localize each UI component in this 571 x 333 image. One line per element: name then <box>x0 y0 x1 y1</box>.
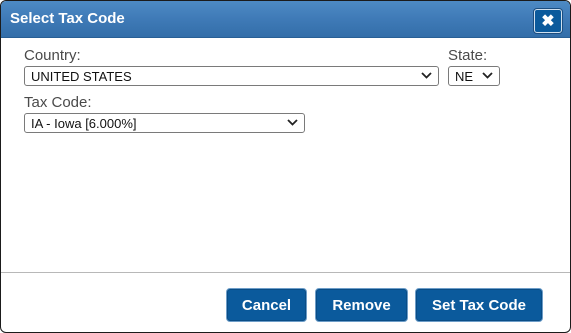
chevron-down-icon <box>482 72 493 79</box>
country-label: Country: <box>24 47 81 64</box>
dialog-titlebar: Select Tax Code ✖ <box>1 1 570 38</box>
close-icon: ✖ <box>541 13 555 30</box>
state-label: State: <box>448 47 488 64</box>
close-button[interactable]: ✖ <box>534 9 562 33</box>
state-select[interactable]: NE <box>448 66 500 86</box>
remove-button[interactable]: Remove <box>315 288 408 322</box>
tax-code-value: IA - Iowa [6.000%] <box>31 116 137 131</box>
set-tax-code-button[interactable]: Set Tax Code <box>415 288 543 322</box>
chevron-down-icon <box>287 119 298 126</box>
dialog-title: Select Tax Code <box>10 10 125 27</box>
tax-code-label: Tax Code: <box>24 94 92 111</box>
country-select[interactable]: UNITED STATES <box>24 66 439 86</box>
state-value: NE <box>455 69 474 84</box>
chevron-down-icon <box>421 72 432 79</box>
country-value: UNITED STATES <box>31 69 132 84</box>
select-tax-code-dialog: Select Tax Code ✖ Country: UNITED STATES… <box>0 0 571 333</box>
tax-code-select[interactable]: IA - Iowa [6.000%] <box>24 113 305 133</box>
cancel-button[interactable]: Cancel <box>226 288 307 322</box>
footer-divider <box>1 272 570 273</box>
